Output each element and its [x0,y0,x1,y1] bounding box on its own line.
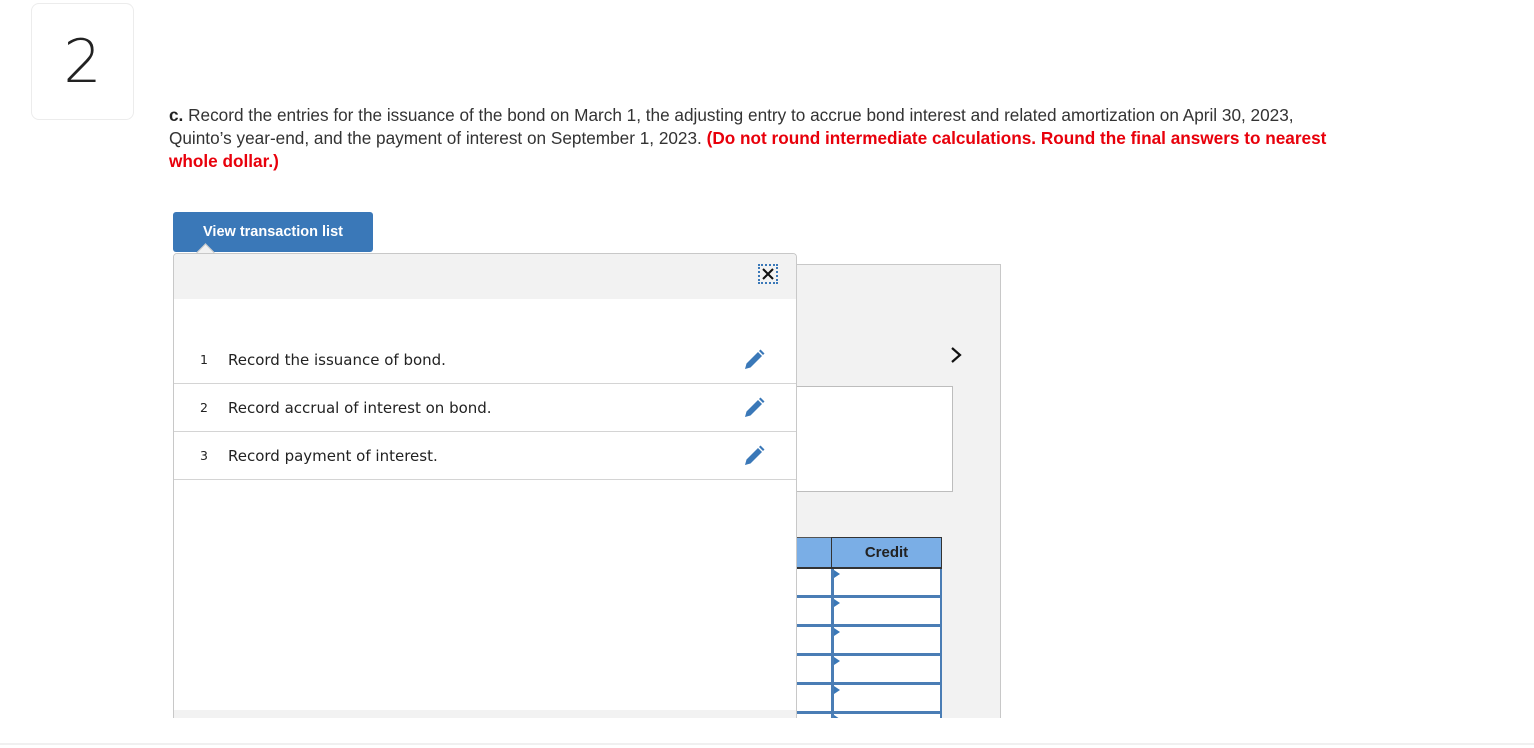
transaction-list-popup: 1 Record the issuance of bond. 2 Record … [173,253,797,718]
journal-row [796,685,942,714]
pencil-icon [745,445,765,465]
credit-input[interactable] [831,627,942,656]
journal-row [796,569,942,598]
popup-header [174,254,796,299]
transaction-item[interactable]: 3 Record payment of interest. [174,432,796,480]
transaction-number: 1 [200,352,208,367]
popup-footer [174,710,796,718]
transaction-description-box [796,386,953,492]
journal-row [796,627,942,656]
transaction-item[interactable]: 2 Record accrual of interest on bond. [174,384,796,432]
credit-input[interactable] [831,598,942,627]
edit-transaction-button[interactable] [742,348,766,372]
view-transaction-list-button[interactable]: View transaction list [173,212,373,252]
transaction-number: 3 [200,448,208,463]
debit-input[interactable] [796,685,831,714]
debit-input[interactable] [796,627,831,656]
credit-input[interactable] [831,685,942,714]
question-number: 2 [63,26,102,97]
view-transaction-list-label: View transaction list [203,224,343,240]
question-prompt: c. Record the entries for the issuance o… [169,104,1349,173]
credit-column-header: Credit [831,537,942,569]
edit-transaction-button[interactable] [742,396,766,420]
chevron-right-icon [951,347,962,363]
page-divider [0,743,1534,745]
debit-input[interactable] [796,569,831,598]
credit-header-label: Credit [864,544,909,561]
question-number-box: 2 [31,3,134,120]
journal-row [796,714,942,718]
edit-transaction-button[interactable] [742,444,766,468]
transaction-list: 1 Record the issuance of bond. 2 Record … [174,336,796,480]
close-icon [762,268,774,280]
journal-row [796,656,942,685]
part-label: c. [169,105,184,125]
transaction-number: 2 [200,400,208,415]
transaction-label: Record payment of interest. [228,446,438,465]
credit-input[interactable] [831,714,942,718]
close-button[interactable] [758,264,778,284]
transaction-label: Record accrual of interest on bond. [228,398,492,417]
pencil-icon [745,397,765,417]
credit-input[interactable] [831,656,942,685]
debit-input[interactable] [796,656,831,685]
next-transaction-button[interactable] [946,343,966,367]
credit-input[interactable] [831,569,942,598]
debit-input[interactable] [796,598,831,627]
transaction-label: Record the issuance of bond. [228,350,446,369]
transaction-item[interactable]: 1 Record the issuance of bond. [174,336,796,384]
journal-row [796,598,942,627]
debit-column-header [796,537,831,569]
debit-input[interactable] [796,714,831,718]
pencil-icon [745,349,765,369]
